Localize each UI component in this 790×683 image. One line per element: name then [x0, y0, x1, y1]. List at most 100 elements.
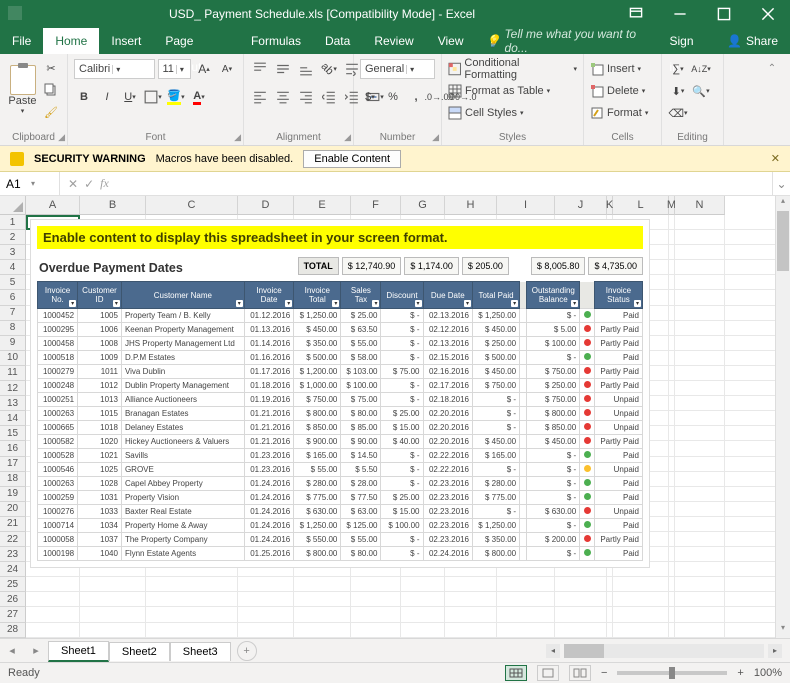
vscroll-down[interactable]: ▾ — [776, 623, 790, 638]
add-sheet-button[interactable]: + — [237, 641, 257, 661]
number-launcher[interactable]: ◢ — [432, 132, 439, 143]
tab-review[interactable]: Review — [362, 28, 425, 54]
insert-cells-button[interactable]: Insert▾ — [590, 58, 655, 80]
zoom-out-button[interactable]: − — [601, 667, 607, 679]
tab-page-layout[interactable]: Page Layout — [153, 28, 239, 54]
row-header[interactable]: 9 — [0, 336, 26, 351]
tab-file[interactable]: File — [0, 28, 43, 54]
row-header[interactable]: 24 — [0, 562, 26, 577]
table-header[interactable]: Invoice Date▾ — [244, 282, 293, 309]
row-header[interactable]: 25 — [0, 577, 26, 592]
align-middle-button[interactable] — [273, 59, 293, 79]
table-header[interactable]: Due Date▾ — [423, 282, 472, 309]
row-header[interactable]: 10 — [0, 351, 26, 366]
row-header[interactable]: 13 — [0, 396, 26, 411]
italic-button[interactable]: I — [97, 87, 117, 107]
underline-button[interactable]: U▾ — [120, 87, 140, 107]
column-header[interactable]: E — [294, 196, 351, 215]
row-header[interactable]: 15 — [0, 426, 26, 441]
cancel-formula-icon[interactable]: ✕ — [68, 177, 78, 191]
conditional-formatting-button[interactable]: Conditional Formatting▾ — [448, 58, 577, 80]
format-cells-button[interactable]: Format▾ — [590, 102, 655, 124]
table-header[interactable]: Invoice Total▾ — [294, 282, 341, 309]
format-table-button[interactable]: Format as Table▾ — [448, 80, 577, 102]
table-header[interactable]: Customer ID▾ — [78, 282, 122, 309]
row-header[interactable]: 20 — [0, 502, 26, 517]
formula-input[interactable] — [117, 172, 772, 195]
enter-formula-icon[interactable]: ✓ — [84, 177, 94, 191]
delete-cells-button[interactable]: Delete▾ — [590, 80, 655, 102]
row-header[interactable]: 19 — [0, 487, 26, 502]
cell-styles-button[interactable]: Cell Styles▾ — [448, 102, 577, 124]
row-header[interactable]: 7 — [0, 306, 26, 321]
column-header[interactable]: G — [401, 196, 445, 215]
row-header[interactable]: 5 — [0, 275, 26, 290]
ribbon-options-icon[interactable] — [614, 0, 658, 28]
page-layout-view-button[interactable] — [537, 665, 559, 681]
column-header[interactable]: H — [445, 196, 497, 215]
decrease-indent-button[interactable] — [319, 87, 339, 107]
tab-view[interactable]: View — [426, 28, 476, 54]
row-header[interactable]: 14 — [0, 411, 26, 426]
fill-button[interactable]: ⬇▾ — [668, 81, 688, 101]
enable-content-button[interactable]: Enable Content — [303, 150, 401, 168]
expand-formula-bar[interactable]: ⌄ — [772, 172, 790, 195]
row-header[interactable]: 6 — [0, 290, 26, 305]
row-header[interactable]: 28 — [0, 623, 26, 638]
row-header[interactable]: 26 — [0, 592, 26, 607]
select-all-corner[interactable] — [0, 196, 26, 215]
name-box[interactable]: A1▾ — [0, 172, 60, 195]
column-header[interactable]: C — [146, 196, 238, 215]
column-header[interactable]: J — [555, 196, 607, 215]
comma-button[interactable]: , — [406, 87, 426, 107]
bold-button[interactable]: B — [74, 87, 94, 107]
sheet-tab-1[interactable]: Sheet1 — [48, 641, 109, 662]
zoom-slider[interactable] — [617, 671, 727, 675]
cut-button[interactable]: ✂ — [41, 58, 61, 78]
autosum-button[interactable]: ∑▾ — [668, 59, 688, 79]
decrease-font-button[interactable]: A▾ — [217, 59, 237, 79]
hscroll-right[interactable]: ▸ — [768, 644, 782, 658]
row-header[interactable]: 18 — [0, 472, 26, 487]
row-header[interactable]: 11 — [0, 366, 26, 381]
align-center-button[interactable] — [273, 87, 293, 107]
border-button[interactable]: ▾ — [143, 87, 163, 107]
column-header[interactable]: F — [351, 196, 401, 215]
currency-button[interactable]: $▾ — [360, 87, 380, 107]
row-header[interactable]: 22 — [0, 532, 26, 547]
tab-formulas[interactable]: Formulas — [239, 28, 313, 54]
row-header[interactable]: 17 — [0, 457, 26, 472]
row-header[interactable]: 8 — [0, 321, 26, 336]
close-button[interactable] — [746, 0, 790, 28]
table-header[interactable]: Invoice No.▾ — [38, 282, 78, 309]
font-launcher[interactable]: ◢ — [234, 132, 241, 143]
column-header[interactable]: A — [26, 196, 80, 215]
tell-me-input[interactable]: 💡 Tell me what you want to do... — [475, 27, 657, 55]
number-format-select[interactable]: General▾ — [360, 59, 435, 79]
table-header[interactable]: Invoice Status▾ — [594, 282, 642, 309]
percent-button[interactable]: % — [383, 87, 403, 107]
find-button[interactable]: 🔍▾ — [691, 81, 711, 101]
orientation-button[interactable]: ab▾ — [319, 59, 339, 79]
table-header[interactable]: Customer Name▾ — [121, 282, 244, 309]
fx-icon[interactable]: fx — [100, 176, 109, 191]
font-color-button[interactable]: A▾ — [189, 87, 209, 107]
align-right-button[interactable] — [296, 87, 316, 107]
column-header[interactable]: D — [238, 196, 294, 215]
sign-in-link[interactable]: Sign in — [657, 28, 715, 54]
table-header[interactable]: Outstanding Balance▾ — [527, 282, 580, 309]
align-bottom-button[interactable] — [296, 59, 316, 79]
row-header[interactable]: 3 — [0, 245, 26, 260]
paste-button[interactable]: Paste ▾ — [6, 58, 39, 122]
clear-button[interactable]: ⌫▾ — [668, 103, 688, 123]
sheet-tab-2[interactable]: Sheet2 — [109, 642, 170, 661]
increase-font-button[interactable]: A▴ — [194, 59, 214, 79]
column-header[interactable]: I — [497, 196, 555, 215]
table-header[interactable]: Total Paid▾ — [472, 282, 519, 309]
column-header[interactable]: L — [613, 196, 669, 215]
row-header[interactable]: 2 — [0, 230, 26, 245]
minimize-button[interactable] — [658, 0, 702, 28]
row-header[interactable]: 23 — [0, 547, 26, 562]
format-painter-button[interactable]: 🖌 — [41, 102, 61, 122]
sheet-nav-next[interactable]: ▸ — [24, 644, 48, 657]
